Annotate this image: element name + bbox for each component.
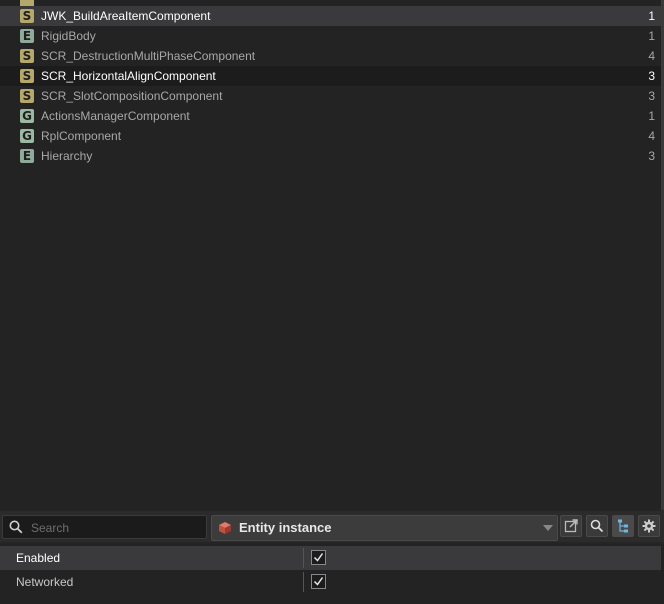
settings-button[interactable] <box>638 515 660 537</box>
component-count: 3 <box>648 69 655 83</box>
component-count: 4 <box>648 49 655 63</box>
column-divider[interactable] <box>303 572 304 592</box>
properties-panel: Enabled Networked <box>0 544 664 604</box>
entity-type-label: Entity instance <box>239 520 332 535</box>
hierarchy-toggle-button[interactable] <box>612 515 634 537</box>
component-type-badge-icon: S <box>20 49 34 63</box>
enabled-checkbox[interactable] <box>311 550 326 565</box>
search-icon <box>9 520 23 534</box>
component-count: 3 <box>648 89 655 103</box>
component-name: SCR_HorizontalAlignComponent <box>41 69 216 83</box>
component-list: S JWK_BuildAreaItemComponent 1 E RigidBo… <box>0 0 661 510</box>
list-item[interactable]: G RplComponent 4 <box>0 126 661 146</box>
checkmark-icon <box>313 553 324 562</box>
component-name: SCR_DestructionMultiPhaseComponent <box>41 49 256 63</box>
entity-type-select[interactable]: Entity instance <box>211 515 558 541</box>
list-item[interactable]: S SCR_SlotCompositionComponent 3 <box>0 86 661 106</box>
component-name: SCR_SlotCompositionComponent <box>41 89 223 103</box>
component-type-badge-icon: E <box>20 29 34 43</box>
external-link-icon <box>564 519 578 533</box>
networked-checkbox[interactable] <box>311 574 326 589</box>
component-type-badge-icon: S <box>20 9 34 23</box>
bottom-toolbar: Entity instance <box>0 511 664 542</box>
component-name: Hierarchy <box>41 149 93 163</box>
list-item[interactable]: S JWK_BuildAreaItemComponent 1 <box>0 6 661 26</box>
component-type-badge-icon: S <box>20 69 34 83</box>
component-count: 1 <box>648 109 655 123</box>
component-name: ActionsManagerComponent <box>41 109 190 123</box>
search-input[interactable] <box>29 518 203 538</box>
search-box[interactable] <box>2 515 207 539</box>
component-count: 3 <box>648 149 655 163</box>
property-label: Networked <box>16 575 74 589</box>
cube-icon <box>219 522 231 534</box>
list-item[interactable]: E RigidBody 1 <box>0 26 661 46</box>
component-count: 4 <box>648 129 655 143</box>
open-external-button[interactable] <box>560 515 582 537</box>
gear-icon <box>642 519 656 533</box>
component-type-badge-icon: E <box>20 149 34 163</box>
component-type-badge-icon: G <box>20 129 34 143</box>
component-rows: S JWK_BuildAreaItemComponent 1 E RigidBo… <box>0 6 661 166</box>
component-name: RigidBody <box>41 29 96 43</box>
component-count: 1 <box>648 29 655 43</box>
checkmark-icon <box>313 577 324 586</box>
component-count: 1 <box>648 9 655 23</box>
property-row-networked: Networked <box>0 570 661 594</box>
list-item[interactable]: E Hierarchy 3 <box>0 146 661 166</box>
component-type-badge-icon: S <box>20 89 34 103</box>
list-item[interactable]: G ActionsManagerComponent 1 <box>0 106 661 126</box>
property-row-enabled: Enabled <box>0 546 661 570</box>
property-label: Enabled <box>16 551 61 565</box>
find-button[interactable] <box>586 515 608 537</box>
magnify-icon <box>590 519 604 533</box>
component-name: RplComponent <box>41 129 122 143</box>
list-item[interactable]: S SCR_HorizontalAlignComponent 3 <box>0 66 661 86</box>
component-name: JWK_BuildAreaItemComponent <box>41 9 211 23</box>
component-type-badge-icon: G <box>20 109 34 123</box>
list-item[interactable]: S SCR_DestructionMultiPhaseComponent 4 <box>0 46 661 66</box>
hierarchy-icon <box>618 519 628 533</box>
chevron-down-icon <box>543 525 553 531</box>
column-divider[interactable] <box>303 548 304 568</box>
